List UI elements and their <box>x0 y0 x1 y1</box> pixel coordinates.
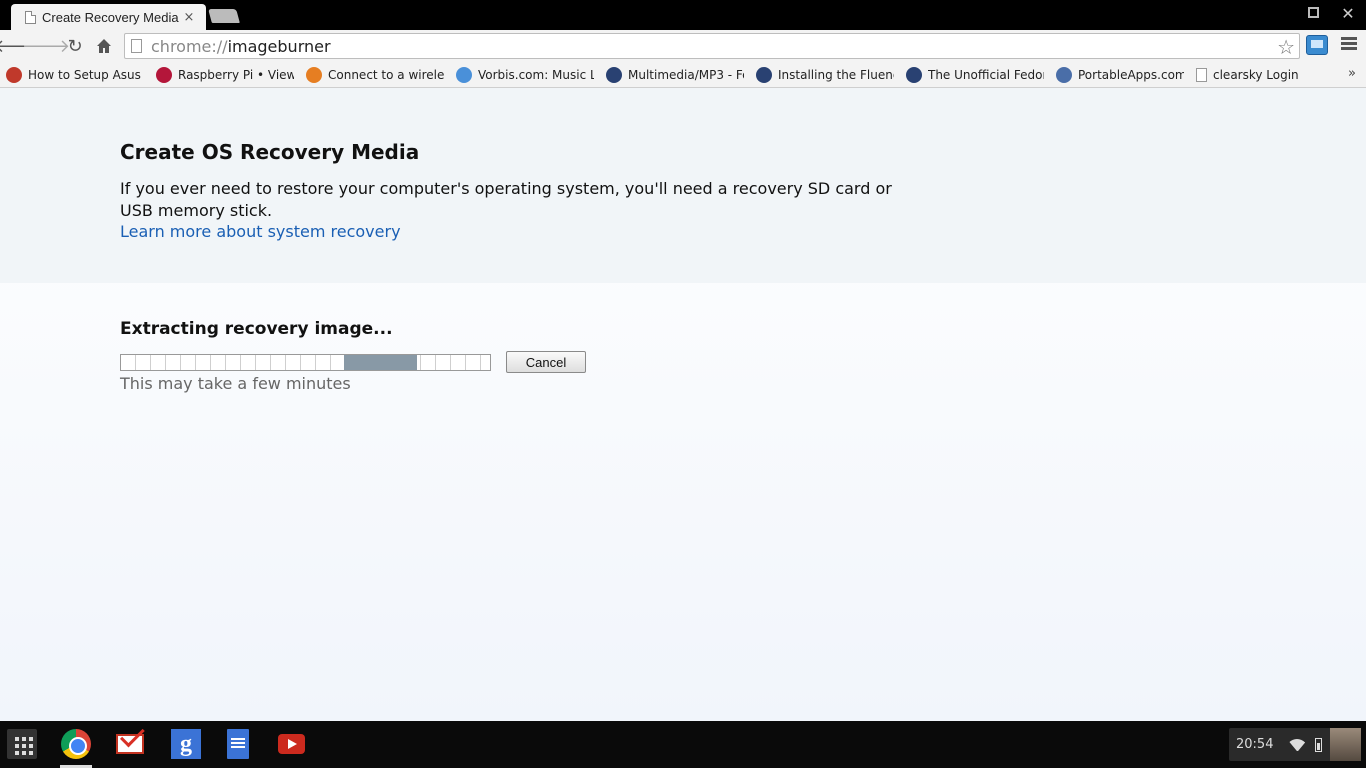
favicon-icon <box>906 66 922 83</box>
bookmark-item[interactable]: Raspberry Pi • View t <box>156 66 294 83</box>
bookmark-label: Installing the Fluendo <box>778 67 894 82</box>
bookmark-item[interactable]: Vorbis.com: Music Lir <box>456 66 594 83</box>
tab-create-recovery-media[interactable]: Create Recovery Media × <box>11 4 206 30</box>
battery-icon <box>1315 737 1322 752</box>
progress-hint: This may take a few minutes <box>120 374 351 393</box>
maximize-icon <box>1307 7 1319 18</box>
home-icon <box>97 39 111 53</box>
title-bar: Create Recovery Media × ✕ <box>0 0 1366 30</box>
favicon-icon <box>456 66 472 83</box>
bookmark-label: PortableApps.com <box>1078 67 1184 82</box>
cancel-button[interactable]: Cancel <box>506 351 586 373</box>
favicon-icon <box>606 66 622 83</box>
bookmark-label: How to Setup Asus U <box>28 67 144 82</box>
page-title: Create OS Recovery Media <box>120 140 420 164</box>
bookmark-star-icon[interactable]: ☆ <box>1277 35 1295 59</box>
progress-fill <box>344 355 417 370</box>
bookmark-item[interactable]: clearsky Login <box>1196 67 1306 82</box>
docs-app-icon[interactable] <box>227 729 249 759</box>
bookmark-label: The Unofficial Fedora <box>928 67 1044 82</box>
page-icon <box>131 39 142 53</box>
learn-more-link[interactable]: Learn more about system recovery <box>120 222 401 241</box>
favicon-icon <box>156 66 172 83</box>
youtube-app-icon[interactable] <box>278 734 305 754</box>
bookmark-label: Raspberry Pi • View t <box>178 67 294 82</box>
favicon-icon <box>306 66 322 83</box>
page-content: Create OS Recovery Media If you ever nee… <box>0 88 1366 721</box>
header-band: Create OS Recovery Media If you ever nee… <box>0 88 1366 283</box>
cast-extension-icon[interactable] <box>1306 35 1328 55</box>
favicon-icon <box>6 66 22 83</box>
chrome-app-icon[interactable] <box>61 729 91 759</box>
url-host: imageburner <box>227 36 331 56</box>
bookmark-label: Vorbis.com: Music Lir <box>478 67 594 82</box>
gmail-app-icon[interactable] <box>116 734 144 754</box>
page-icon <box>25 10 36 24</box>
bookmark-label: Connect to a wireless <box>328 67 444 82</box>
address-bar[interactable]: chrome://imageburner ☆ <box>124 33 1300 59</box>
new-tab-button[interactable] <box>208 9 240 23</box>
clock: 20:54 <box>1236 737 1274 752</box>
tab-title: Create Recovery Media <box>42 9 179 25</box>
url-scheme: chrome:// <box>151 36 228 56</box>
progress-bar <box>120 354 491 371</box>
bookmark-label: Multimedia/MP3 - Fe <box>628 67 744 82</box>
bookmark-item[interactable]: The Unofficial Fedora <box>906 66 1044 83</box>
bookmark-label: clearsky Login <box>1213 67 1299 82</box>
more-bookmarks-button[interactable]: » <box>1348 66 1356 81</box>
bookmark-item[interactable]: Multimedia/MP3 - Fe <box>606 66 744 83</box>
bookmark-item[interactable]: How to Setup Asus U <box>6 66 144 83</box>
bookmark-item[interactable]: Installing the Fluendo <box>756 66 894 83</box>
url-text: chrome://imageburner <box>151 37 331 56</box>
user-avatar <box>1329 728 1361 761</box>
forward-button[interactable]: 🡒 <box>22 34 70 58</box>
google-search-app-icon[interactable]: g <box>171 729 201 759</box>
close-tab-icon[interactable]: × <box>182 10 196 25</box>
status-tray[interactable]: 20:54 <box>1229 728 1361 761</box>
favicon-icon <box>1056 66 1072 83</box>
status-title: Extracting recovery image... <box>120 319 393 339</box>
chrome-menu-icon[interactable] <box>1341 37 1357 53</box>
maximize-button[interactable] <box>1302 4 1324 18</box>
shelf: g 20:54 <box>0 721 1366 768</box>
close-window-button[interactable]: ✕ <box>1337 4 1359 23</box>
app-launcher-button[interactable] <box>7 729 37 759</box>
browser-toolbar: 🡐 🡒 ↻ chrome://imageburner ☆ <box>0 30 1366 62</box>
reload-icon: ↻ <box>67 35 83 57</box>
bookmarks-bar: How to Setup Asus U Raspberry Pi • View … <box>0 62 1366 88</box>
home-button[interactable] <box>92 34 116 58</box>
favicon-icon <box>756 66 772 83</box>
bookmark-item[interactable]: Connect to a wireless <box>306 66 444 83</box>
bookmark-item[interactable]: PortableApps.com <box>1056 66 1184 83</box>
favicon-icon <box>1196 67 1207 82</box>
wifi-icon <box>1289 739 1305 751</box>
page-description: If you ever need to restore your compute… <box>120 179 892 220</box>
reload-button[interactable]: ↻ <box>63 34 87 58</box>
